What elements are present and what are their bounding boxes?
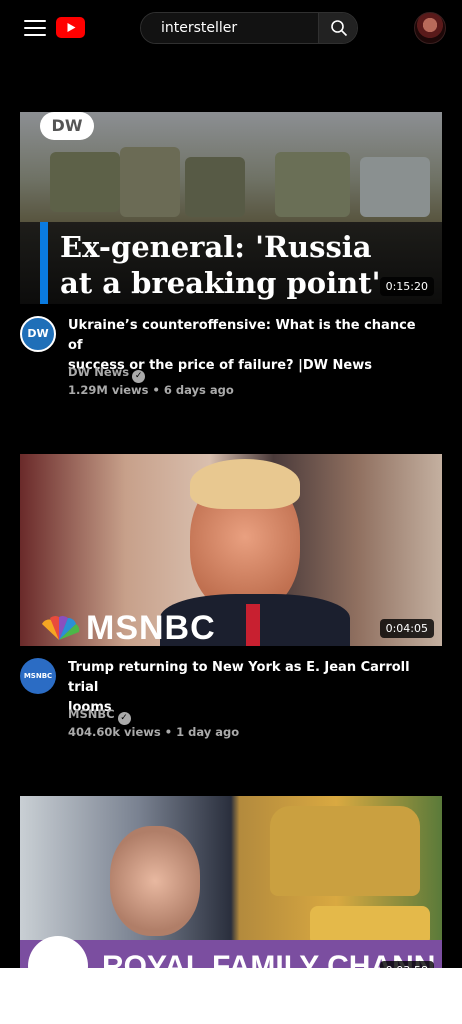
peacock-icon bbox=[42, 616, 80, 640]
channel-avatar[interactable]: DW bbox=[20, 316, 56, 352]
search-icon bbox=[331, 20, 348, 37]
video-card: ROYAL FAMILY CHANN 0:03:58 bbox=[20, 796, 442, 988]
video-thumbnail[interactable]: ROYAL FAMILY CHANN 0:03:58 bbox=[20, 796, 442, 988]
verified-icon: ✓ bbox=[117, 712, 131, 725]
search-input[interactable] bbox=[141, 13, 318, 43]
channel-name[interactable]: DW News ✓ bbox=[68, 365, 146, 383]
dw-logo: DW bbox=[40, 112, 94, 140]
verified-icon: ✓ bbox=[132, 370, 146, 383]
video-thumbnail[interactable]: MSNBC 0:04:05 bbox=[20, 454, 442, 646]
duration-badge: 0:04:05 bbox=[379, 619, 434, 638]
duration-badge: 0:15:20 bbox=[379, 277, 434, 296]
video-card: DW Ex-general: 'Russia at a breaking poi… bbox=[20, 112, 442, 397]
bottom-panel bbox=[0, 968, 462, 1024]
video-card: MSNBC 0:04:05 MSNBC Trump returning to N… bbox=[20, 454, 442, 739]
search-button[interactable] bbox=[318, 13, 357, 43]
user-avatar[interactable] bbox=[414, 12, 446, 44]
video-thumbnail[interactable]: DW Ex-general: 'Russia at a breaking poi… bbox=[20, 112, 442, 304]
menu-icon[interactable] bbox=[24, 18, 48, 38]
msnbc-logo: MSNBC bbox=[38, 609, 216, 646]
channel-name[interactable]: MSNBC ✓ bbox=[68, 707, 131, 725]
channel-avatar[interactable]: MSNBC bbox=[20, 658, 56, 694]
video-meta: 1.29M views • 6 days ago bbox=[68, 383, 234, 397]
search-box bbox=[140, 12, 358, 44]
thumb-text-line2: at a breaking point' bbox=[60, 266, 381, 300]
video-meta: 404.60k views • 1 day ago bbox=[68, 725, 240, 739]
thumb-text-line1: Ex-general: 'Russia bbox=[60, 230, 372, 264]
thumb-caption: Ex-general: 'Russia at a breaking point' bbox=[20, 222, 442, 304]
top-bar bbox=[0, 0, 462, 56]
youtube-logo[interactable] bbox=[56, 17, 85, 38]
